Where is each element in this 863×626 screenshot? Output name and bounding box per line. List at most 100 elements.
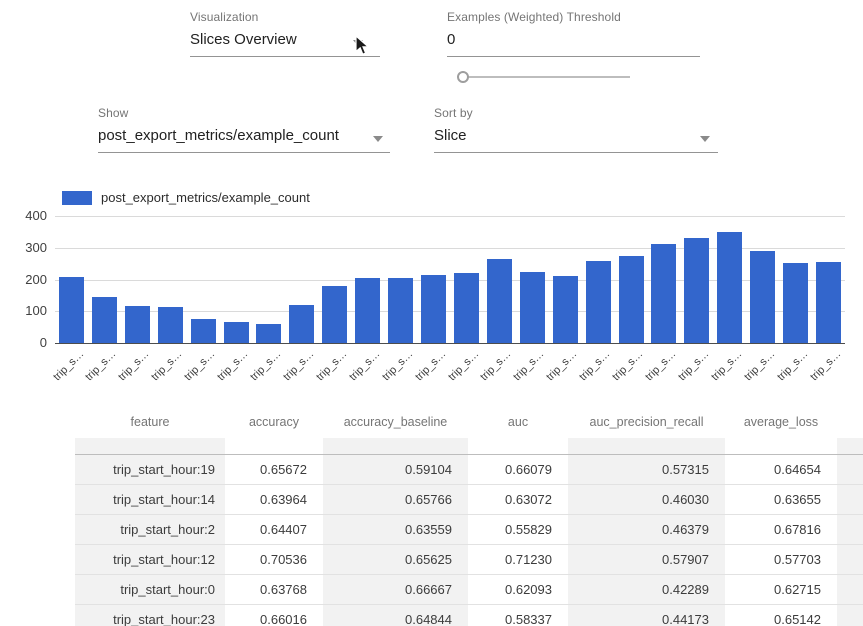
sort-by-dropdown[interactable]: Sort by Slice <box>434 106 718 153</box>
show-dropdown[interactable]: Show post_export_metrics/example_count <box>98 106 390 153</box>
table-cell: 0.67816 <box>725 515 837 544</box>
table-cell: 0.63559 <box>323 515 468 544</box>
bar[interactable] <box>59 277 84 343</box>
threshold-control[interactable]: Examples (Weighted) Threshold 0 <box>447 10 700 57</box>
table-row: trip_start_hour:190.656720.591040.660790… <box>75 455 863 485</box>
column-header[interactable]: auc <box>468 404 568 438</box>
visualization-dropdown[interactable]: Visualization Slices Overview <box>190 10 380 57</box>
table-cell: 0.63768 <box>225 575 323 604</box>
legend-swatch <box>62 191 92 205</box>
table-cell-empty <box>725 438 837 454</box>
chevron-down-icon[interactable] <box>700 136 710 147</box>
bar[interactable] <box>256 324 281 343</box>
bar[interactable] <box>816 262 841 343</box>
table-cell-empty <box>323 438 468 454</box>
table-cell: 0.57907 <box>568 545 725 574</box>
table-cell: 0.46030 <box>568 485 725 514</box>
table-row: trip_start_hour:20.644070.635590.558290.… <box>75 515 863 545</box>
y-axis-tick-label: 300 <box>13 240 47 255</box>
bar[interactable] <box>487 259 512 343</box>
sort-by-label: Sort by <box>434 106 718 120</box>
table-cell: 0.63072 <box>468 485 568 514</box>
table-cell: 0.65625 <box>323 545 468 574</box>
gridline <box>55 216 845 217</box>
table-cell: trip_start_hour:12 <box>75 545 225 574</box>
threshold-input[interactable]: 0 <box>447 29 700 57</box>
y-axis-tick-label: 0 <box>13 335 47 350</box>
bar[interactable] <box>355 278 380 343</box>
column-header[interactable]: average_loss <box>725 404 837 438</box>
bar[interactable] <box>421 275 446 343</box>
table-cell: 0.66079 <box>468 455 568 484</box>
sort-by-value[interactable]: Slice <box>434 125 718 153</box>
bar[interactable] <box>520 272 545 343</box>
visualization-value[interactable]: Slices Overview <box>190 29 380 57</box>
table-cell: 0.64407 <box>225 515 323 544</box>
legend-label: post_export_metrics/example_count <box>101 190 310 205</box>
table-cell-empty <box>837 485 863 514</box>
bar[interactable] <box>586 261 611 343</box>
table-filter-row <box>75 438 863 455</box>
table-cell-empty <box>837 455 863 484</box>
table-cell: 0.62715 <box>725 575 837 604</box>
table-cell: 0.64654 <box>725 455 837 484</box>
bar[interactable] <box>388 278 413 343</box>
table-cell: 0.55829 <box>468 515 568 544</box>
table-cell-empty <box>837 438 863 454</box>
visualization-label: Visualization <box>190 10 380 24</box>
table-cell: 0.63655 <box>725 485 837 514</box>
bar[interactable] <box>783 263 808 343</box>
bar[interactable] <box>191 319 216 343</box>
show-label: Show <box>98 106 390 120</box>
chevron-down-icon[interactable] <box>373 136 383 147</box>
table-header-row: featureaccuracyaccuracy_baselineaucauc_p… <box>75 404 863 438</box>
column-header[interactable]: accuracy <box>225 404 323 438</box>
table-cell-empty <box>468 438 568 454</box>
table-cell-empty <box>837 605 863 626</box>
bar[interactable] <box>158 307 183 343</box>
table-cell: 0.71230 <box>468 545 568 574</box>
table-cell-empty <box>837 575 863 604</box>
threshold-slider-track[interactable] <box>463 76 630 78</box>
table-cell: 0.66016 <box>225 605 323 626</box>
table-cell: trip_start_hour:2 <box>75 515 225 544</box>
bar[interactable] <box>684 238 709 343</box>
threshold-slider-thumb[interactable] <box>457 71 469 83</box>
table-row: trip_start_hour:230.660160.648440.583370… <box>75 605 863 626</box>
bar[interactable] <box>125 306 150 343</box>
table-cell: 0.42289 <box>568 575 725 604</box>
bar[interactable] <box>92 297 117 343</box>
bar[interactable] <box>454 273 479 343</box>
column-header[interactable]: accuracy_baseline <box>323 404 468 438</box>
bar[interactable] <box>553 276 578 343</box>
column-header[interactable]: feature <box>75 404 225 438</box>
y-axis-tick-label: 100 <box>13 303 47 318</box>
table-cell: trip_start_hour:0 <box>75 575 225 604</box>
column-header[interactable]: auc_precision_recall <box>568 404 725 438</box>
table-cell: 0.46379 <box>568 515 725 544</box>
table-cell: 0.58337 <box>468 605 568 626</box>
bar[interactable] <box>651 244 676 343</box>
y-axis-tick-label: 400 <box>13 208 47 223</box>
table-row: trip_start_hour:140.639640.657660.630720… <box>75 485 863 515</box>
table-row: trip_start_hour:00.637680.666670.620930.… <box>75 575 863 605</box>
table-cell: 0.63964 <box>225 485 323 514</box>
table-cell-empty <box>568 438 725 454</box>
bar[interactable] <box>289 305 314 343</box>
bar[interactable] <box>224 322 249 343</box>
table-cell: trip_start_hour:14 <box>75 485 225 514</box>
bar[interactable] <box>619 256 644 343</box>
table-cell: 0.65142 <box>725 605 837 626</box>
table-cell-empty <box>837 404 863 438</box>
show-value[interactable]: post_export_metrics/example_count <box>98 125 390 153</box>
table-cell: 0.70536 <box>225 545 323 574</box>
table-cell: 0.65766 <box>323 485 468 514</box>
y-axis-tick-label: 200 <box>13 272 47 287</box>
bar[interactable] <box>750 251 775 343</box>
table-cell: trip_start_hour:19 <box>75 455 225 484</box>
bar[interactable] <box>717 232 742 343</box>
table-cell: 0.57315 <box>568 455 725 484</box>
chart-legend: post_export_metrics/example_count <box>62 190 310 205</box>
table-cell-empty <box>225 438 323 454</box>
bar[interactable] <box>322 286 347 343</box>
